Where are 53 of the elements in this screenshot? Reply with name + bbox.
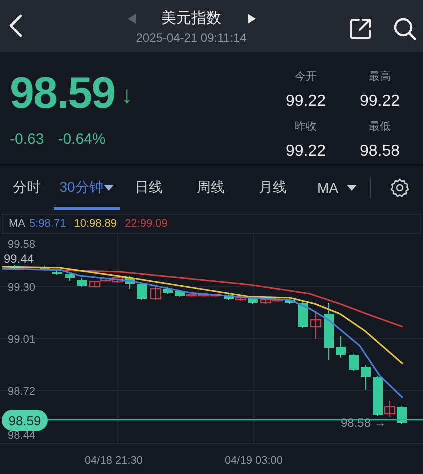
candle (349, 354, 359, 372)
stat-label: 最高 (368, 70, 392, 84)
back-icon[interactable] (9, 14, 23, 38)
price-change: -0.63 (10, 131, 44, 148)
y-axis-label: 99.58 (8, 239, 36, 251)
x-axis-label: 04/18 21:30 (84, 455, 144, 467)
x-axis-label: 04/19 03:00 (224, 455, 284, 467)
high-marker: 99.44 (4, 252, 34, 266)
stat-label: 今开 (294, 70, 318, 84)
timestamp: 2025-04-21 09:11:14 (136, 31, 247, 45)
candle (77, 278, 87, 288)
candle (310, 310, 322, 340)
current-price: 98.59 (10, 71, 116, 117)
caret-icon (346, 185, 356, 191)
stat-label: 昨收 (294, 120, 318, 134)
stat-label: 最低 (368, 120, 392, 134)
share-icon[interactable] (349, 17, 373, 41)
previous-icon[interactable] (128, 14, 136, 24)
period-tab[interactable]: MA (310, 166, 364, 210)
ma-value: 10:98.89 (74, 218, 118, 230)
ma-value: 22:99.09 (125, 218, 168, 230)
stat-value: 99.22 (358, 92, 402, 110)
candle (137, 282, 147, 300)
ma-label: MA (9, 218, 26, 230)
current-price-tag: 98.59 (2, 410, 48, 431)
period-tab[interactable]: 分时 (4, 166, 50, 210)
page-title: 美元指数 (162, 9, 222, 28)
y-axis-label: 99.01 (8, 334, 36, 346)
percent-change: -0.64% (58, 131, 106, 148)
caret-icon (104, 185, 114, 191)
search-icon[interactable] (393, 17, 417, 41)
stat-value: 99.22 (284, 142, 328, 160)
period-tab[interactable]: 30分钟 (54, 166, 120, 210)
stat-value: 99.22 (284, 92, 328, 110)
candle (52, 270, 62, 276)
candle (361, 364, 371, 390)
trend-arrow: ↓ (121, 82, 134, 110)
candle (397, 406, 407, 424)
period-tab[interactable]: 周线 (186, 166, 236, 210)
candle (324, 302, 334, 360)
candle (65, 272, 75, 282)
settings-icon[interactable] (390, 178, 410, 198)
next-icon[interactable] (248, 14, 256, 24)
y-axis-label: 99.30 (8, 282, 36, 294)
candle (336, 336, 346, 358)
ma-value: 5:98.71 (30, 218, 66, 230)
period-tab[interactable]: 月线 (248, 166, 298, 210)
stat-value: 98.58 (358, 142, 402, 160)
y-axis-label: 98.72 (8, 386, 36, 398)
y-axis-label: 98.44 (8, 430, 36, 442)
period-tab[interactable]: 日线 (124, 166, 174, 210)
low-marker: 98.58 → (341, 416, 386, 430)
candle (298, 302, 308, 328)
